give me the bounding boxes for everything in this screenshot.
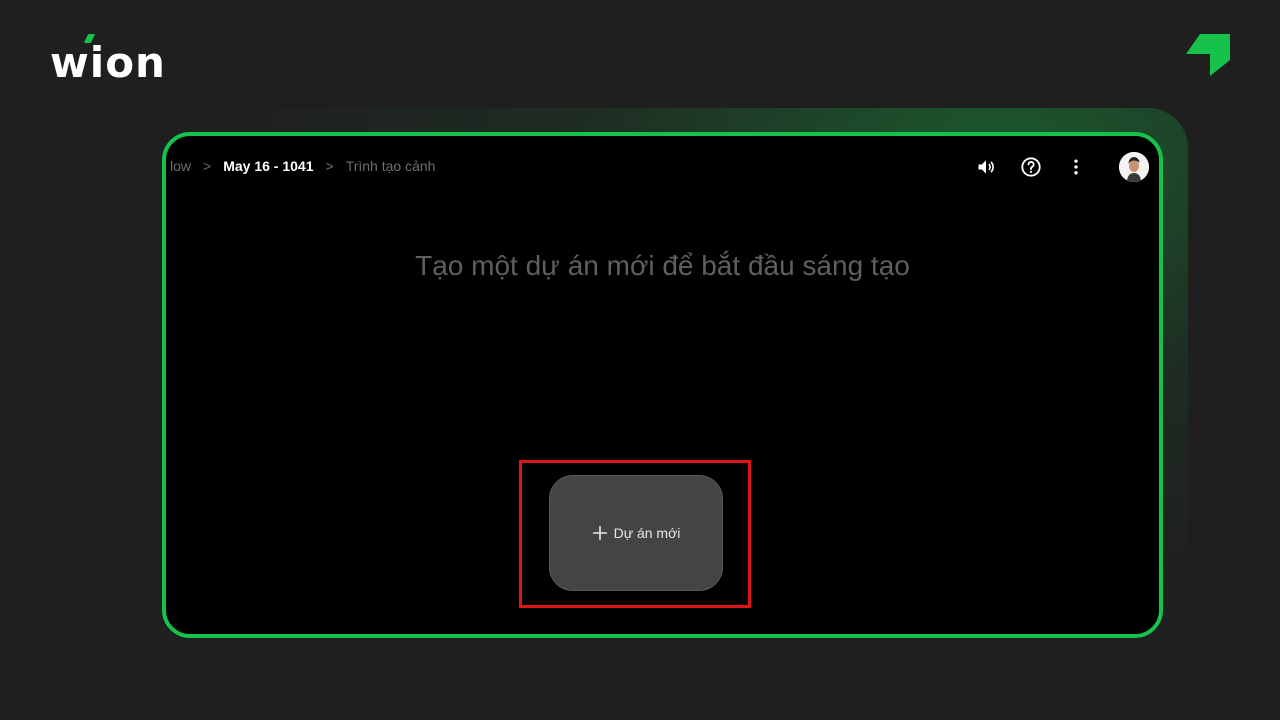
wion-logo: wion <box>50 34 166 87</box>
breadcrumb-item-project[interactable]: May 16 - 1041 <box>223 158 313 174</box>
chevron-right-icon: > <box>203 158 212 174</box>
brand-corner-icon <box>1186 34 1230 76</box>
new-project-label: Dự án mới <box>613 525 681 541</box>
chevron-right-icon: > <box>325 158 334 174</box>
topbar-actions <box>955 152 1149 182</box>
breadcrumb: low > May 16 - 1041 > Trình tạo cảnh <box>170 158 435 174</box>
help-icon[interactable] <box>1017 153 1045 181</box>
breadcrumb-item-scene-builder[interactable]: Trình tạo cảnh <box>346 158 436 174</box>
volume-icon[interactable] <box>972 153 1000 181</box>
avatar[interactable] <box>1119 152 1149 182</box>
empty-state-headline: Tạo một dự án mới để bắt đầu sáng tạo <box>415 250 910 281</box>
app-screenshot-frame: low > May 16 - 1041 > Trình tạo cảnh Tạo… <box>162 132 1163 638</box>
new-project-button[interactable]: Dự án mới <box>549 475 723 591</box>
breadcrumb-item-root[interactable]: low <box>170 158 191 174</box>
plus-icon <box>592 526 607 540</box>
app-topbar: low > May 16 - 1041 > Trình tạo cảnh <box>166 136 1159 200</box>
more-vert-icon[interactable] <box>1062 153 1090 181</box>
